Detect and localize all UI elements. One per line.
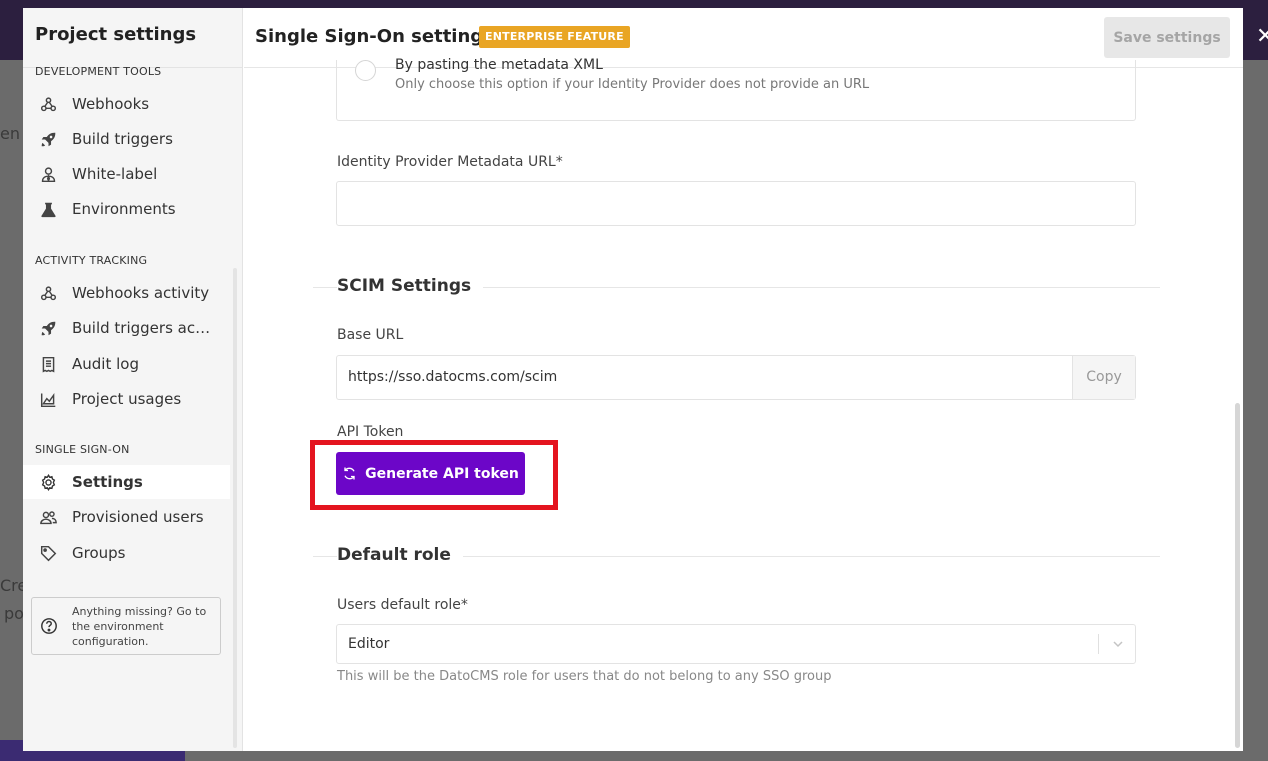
default-role-hint: This will be the DatoCMS role for users … <box>337 669 832 684</box>
refresh-icon <box>344 467 355 480</box>
sidebar-item-webhooks-activity[interactable]: Webhooks activity <box>23 276 230 310</box>
background-fragment: en <box>0 124 20 143</box>
sidebar: Project settings DEVELOPMENT TOOLS Webho… <box>23 8 243 751</box>
sidebar-item-label: Project usages <box>72 390 182 408</box>
section-label-activity-tracking: ACTIVITY TRACKING <box>35 254 148 267</box>
idp-metadata-url-input[interactable] <box>336 181 1136 226</box>
section-label-single-sign-on: SINGLE SIGN-ON <box>35 443 130 456</box>
flask-icon <box>39 200 57 218</box>
sidebar-item-label: Groups <box>72 544 126 562</box>
page-title: Single Sign-On settings <box>255 26 494 47</box>
default-role-value: Editor <box>348 636 390 652</box>
generate-api-token-label: Generate API token <box>365 465 519 482</box>
rocket-icon <box>39 130 57 148</box>
chevron-down-icon[interactable] <box>1111 625 1125 678</box>
sidebar-item-label: Build triggers activity <box>72 319 212 337</box>
base-url-input[interactable]: https://sso.datocms.com/scim Copy <box>336 355 1136 400</box>
main-header: Single Sign-On settings ENTERPRISE FEATU… <box>244 8 1243 68</box>
sidebar-item-label: White-label <box>72 165 158 183</box>
sidebar-item-groups[interactable]: Groups <box>23 536 230 570</box>
sidebar-item-provisioned-users[interactable]: Provisioned users <box>23 500 230 534</box>
question-circle-icon <box>40 617 58 635</box>
user-tie-icon <box>39 165 57 183</box>
option-subtitle: Only choose this option if your Identity… <box>395 77 870 92</box>
default-role-label: Users default role* <box>337 597 468 613</box>
chart-area-icon <box>39 390 57 408</box>
sidebar-title: Project settings <box>35 24 197 45</box>
generate-api-token-button[interactable]: Generate API token <box>336 452 525 495</box>
sidebar-item-environments[interactable]: Environments <box>23 192 230 226</box>
divider <box>1098 634 1099 654</box>
settings-content: By pasting the metadata XML Only choose … <box>244 57 1243 751</box>
help-text: Anything missing? Go to the environment … <box>72 604 207 648</box>
sidebar-item-project-usages[interactable]: Project usages <box>23 382 230 416</box>
base-url-label: Base URL <box>337 327 404 343</box>
background-fragment: po <box>4 604 24 623</box>
sidebar-item-label: Settings <box>72 473 143 491</box>
close-icon[interactable]: ✕ <box>1256 24 1268 49</box>
sidebar-item-label: Webhooks activity <box>72 284 210 302</box>
scim-section-title: SCIM Settings <box>337 276 484 296</box>
sidebar-item-settings[interactable]: Settings <box>23 465 230 499</box>
radio-button[interactable] <box>355 60 376 81</box>
sidebar-item-white-label[interactable]: White-label <box>23 157 230 191</box>
sidebar-item-label: Provisioned users <box>72 508 204 526</box>
webhook-icon <box>39 284 57 302</box>
sidebar-item-build-triggers-activity[interactable]: Build triggers activity <box>23 311 230 345</box>
idp-url-label: Identity Provider Metadata URL* <box>337 154 563 170</box>
sidebar-scrollbar[interactable] <box>233 268 237 748</box>
project-settings-modal: Project settings DEVELOPMENT TOOLS Webho… <box>23 8 1243 751</box>
sidebar-item-build-triggers[interactable]: Build triggers <box>23 122 230 156</box>
sidebar-item-label: Build triggers <box>72 130 173 148</box>
section-label-development-tools: DEVELOPMENT TOOLS <box>35 65 162 78</box>
sidebar-item-label: Environments <box>72 200 176 218</box>
api-token-label: API Token <box>337 424 404 440</box>
enterprise-badge: ENTERPRISE FEATURE <box>479 26 630 48</box>
tag-icon <box>39 544 57 562</box>
base-url-value: https://sso.datocms.com/scim <box>348 369 558 385</box>
save-settings-button[interactable]: Save settings <box>1104 17 1230 58</box>
metadata-xml-option[interactable]: By pasting the metadata XML Only choose … <box>336 57 1136 121</box>
default-role-select[interactable]: Editor <box>336 624 1136 664</box>
users-icon <box>39 508 57 526</box>
main-scrollbar[interactable] <box>1235 403 1240 748</box>
default-role-section-title: Default role <box>337 545 463 565</box>
copy-button[interactable]: Copy <box>1072 356 1135 399</box>
sidebar-item-webhooks[interactable]: Webhooks <box>23 87 230 121</box>
gear-icon <box>39 473 57 491</box>
help-box[interactable]: Anything missing? Go to the environment … <box>31 597 221 655</box>
webhook-icon <box>39 95 57 113</box>
sidebar-item-audit-log[interactable]: Audit log <box>23 347 230 381</box>
receipt-icon <box>39 355 57 373</box>
option-title: By pasting the metadata XML <box>395 57 603 73</box>
sidebar-item-label: Webhooks <box>72 95 150 113</box>
rocket-icon <box>39 319 57 337</box>
sidebar-item-label: Audit log <box>72 355 139 373</box>
